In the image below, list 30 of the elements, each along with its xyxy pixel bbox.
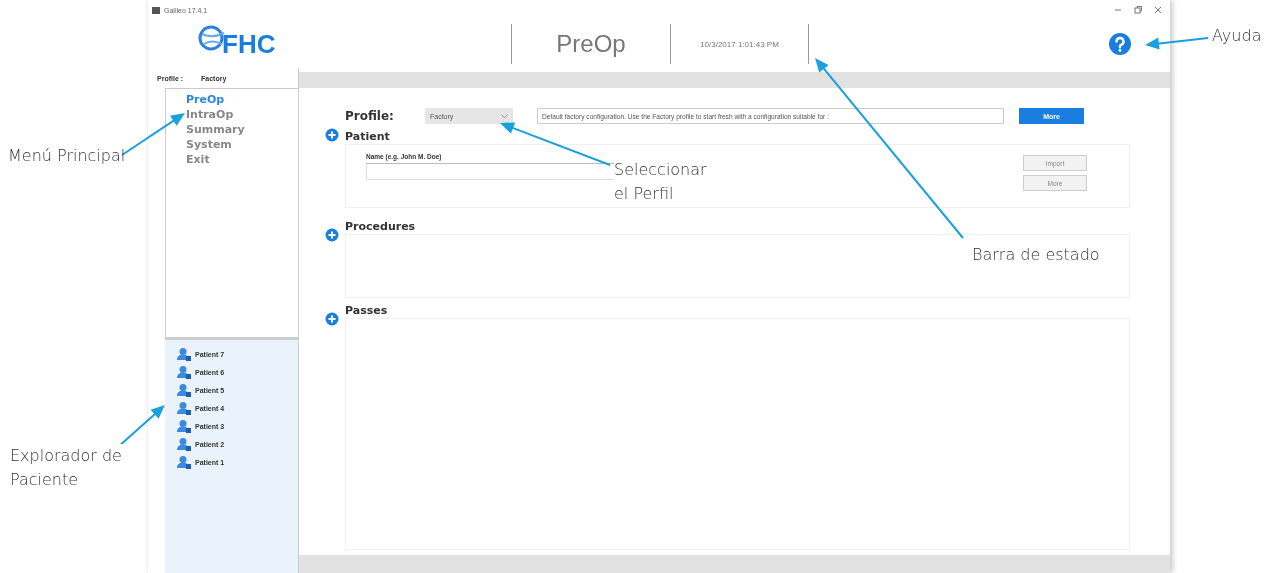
patient-icon (177, 437, 191, 451)
restore-icon[interactable] (1134, 6, 1142, 14)
section-title: Procedures (345, 220, 416, 233)
patient-icon (177, 365, 191, 379)
patient-icon (177, 455, 191, 469)
menu-item[interactable]: IntraOp (186, 107, 298, 122)
app-icon (152, 6, 160, 14)
section-title: Patient (345, 130, 390, 143)
close-icon[interactable] (1154, 6, 1162, 14)
profile-label: Profile: (345, 109, 395, 123)
status-text: 10/3/2017 1:01:43 PM (699, 39, 780, 49)
caret-icon (501, 113, 508, 119)
page-title: PreOp (555, 30, 627, 58)
menu-item[interactable]: PreOp (186, 92, 298, 107)
patient-icon (177, 347, 191, 361)
logo-text: FHC (222, 28, 276, 60)
patient-icon (177, 401, 191, 415)
expand-icon[interactable] (325, 228, 339, 242)
help-icon[interactable] (1108, 32, 1132, 56)
expand-icon[interactable] (325, 312, 339, 326)
callout-label: Menú Principal (8, 145, 126, 167)
menu-item[interactable]: System (186, 137, 298, 152)
name-input-field[interactable] (366, 163, 616, 180)
expand-icon[interactable] (325, 128, 339, 142)
patient-icon (177, 383, 191, 397)
menu-item[interactable]: Exit (186, 152, 298, 167)
patient-icon (177, 419, 191, 433)
section-title: Passes (345, 304, 388, 317)
callout-arrow (1145, 37, 1209, 50)
menu-item[interactable]: Summary (186, 122, 298, 137)
